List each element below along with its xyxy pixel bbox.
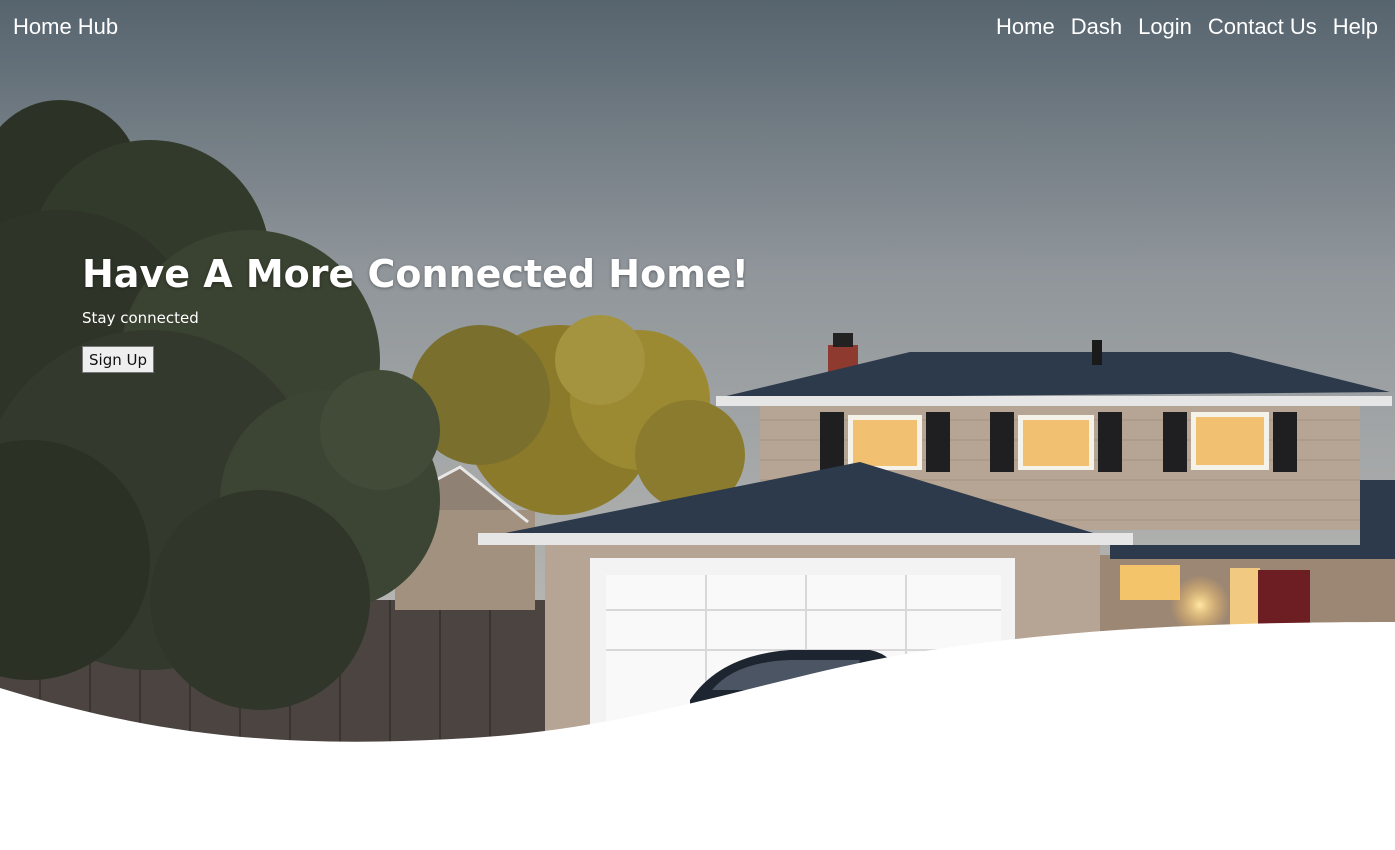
hero-house-photo [0,0,1395,850]
nav-link-contact-us[interactable]: Contact Us [1208,14,1317,40]
nav-link-help[interactable]: Help [1333,14,1378,40]
sign-up-button[interactable]: Sign Up [82,346,154,373]
hero-background [0,0,1395,850]
hero-headline: Have A More Connected Home! [82,252,749,296]
hero-tagline: Stay connected [82,309,199,327]
nav-menu: Home Dash Login Contact Us Help [996,14,1378,40]
brand-logo-link[interactable]: Home Hub [13,14,118,40]
nav-link-login[interactable]: Login [1138,14,1192,40]
top-navbar: Home Hub Home Dash Login Contact Us Help [0,0,1395,60]
nav-link-dash[interactable]: Dash [1071,14,1122,40]
nav-link-home[interactable]: Home [996,14,1055,40]
